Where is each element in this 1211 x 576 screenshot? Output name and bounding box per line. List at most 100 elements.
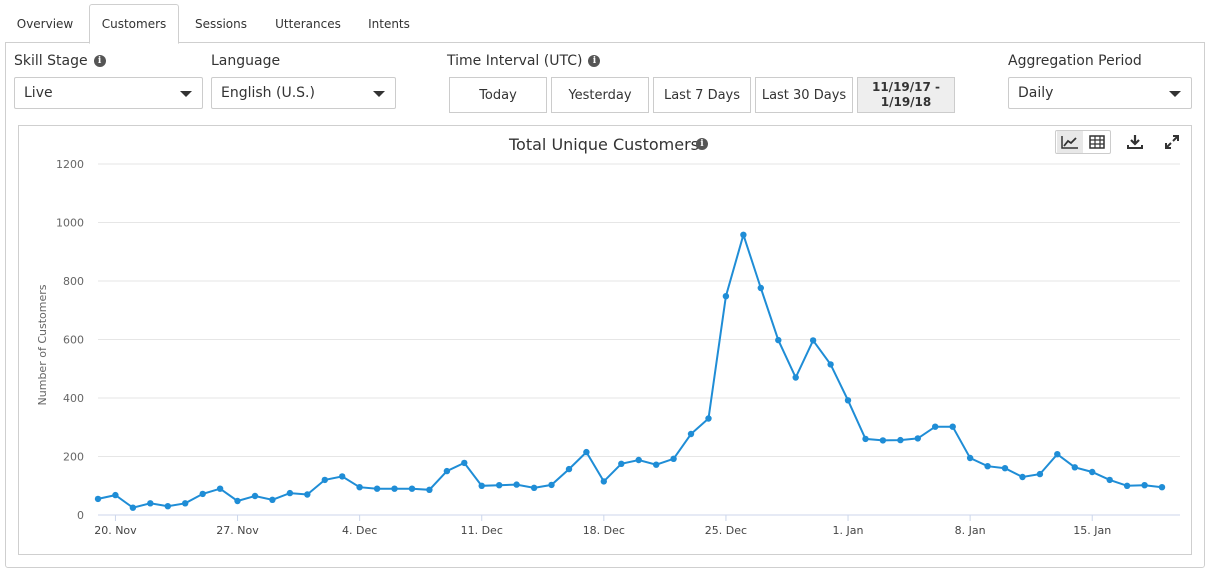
data-point[interactable] (705, 415, 712, 422)
data-point[interactable] (879, 437, 887, 444)
data-point[interactable] (670, 455, 677, 462)
info-icon[interactable]: i (696, 138, 708, 150)
data-point[interactable] (391, 485, 398, 492)
data-point[interactable] (112, 491, 119, 499)
skill-stage-value: Live (24, 85, 53, 101)
data-point[interactable] (304, 491, 311, 498)
yesterday-button[interactable]: Yesterday (551, 77, 649, 113)
today-button[interactable]: Today (449, 77, 547, 113)
skill-stage-label-text: Skill Stage (14, 53, 88, 69)
data-point[interactable] (356, 484, 363, 491)
data-point[interactable] (897, 436, 904, 444)
data-point[interactable] (1036, 470, 1044, 478)
y-tick-label: 1200 (56, 158, 84, 171)
data-point[interactable] (426, 486, 433, 493)
data-point[interactable] (914, 435, 921, 442)
data-point[interactable] (792, 374, 799, 381)
data-point[interactable] (932, 423, 939, 430)
info-icon[interactable]: i (93, 55, 106, 67)
data-point[interactable] (827, 361, 834, 368)
data-point[interactable] (478, 482, 485, 489)
data-point[interactable] (443, 467, 451, 475)
language-label: Language (211, 53, 281, 69)
data-point[interactable] (513, 481, 520, 488)
data-point[interactable] (740, 231, 747, 238)
tab-utterances[interactable]: Utterances (265, 4, 351, 43)
data-point[interactable] (1019, 473, 1026, 481)
data-point[interactable] (1001, 465, 1009, 472)
custom-range-end: 1/19/18 (880, 95, 932, 109)
x-tick-label: 1. Jan (833, 524, 864, 537)
data-point[interactable] (1089, 468, 1096, 476)
data-point[interactable] (1071, 464, 1079, 471)
data-point[interactable] (269, 496, 276, 503)
data-point[interactable] (548, 481, 555, 489)
data-point[interactable] (94, 495, 102, 503)
data-point[interactable] (339, 473, 346, 480)
data-point[interactable] (862, 435, 869, 443)
customers-line-chart: 0 200 400 600 800 1000 1200 20. Nov 27. Nov 4. D… (36, 135, 1180, 537)
last-30-days-button[interactable]: Last 30 Days (755, 77, 853, 113)
data-point[interactable] (722, 293, 730, 300)
data-point[interactable] (286, 489, 294, 497)
data-point[interactable] (373, 485, 381, 492)
data-point[interactable] (844, 397, 852, 404)
custom-range-button[interactable]: 11/19/17 - 1/19/18 (857, 77, 955, 113)
data-point[interactable] (775, 336, 782, 344)
data-point[interactable] (199, 490, 206, 498)
data-point[interactable] (565, 465, 573, 473)
language-select[interactable]: English (U.S.) (211, 77, 396, 109)
x-tick-label: 25. Dec (705, 524, 747, 537)
data-point[interactable] (653, 461, 660, 468)
x-tick-label: 11. Dec (461, 524, 503, 537)
data-point[interactable] (809, 337, 817, 344)
aggregation-value: Daily (1018, 85, 1054, 101)
chevron-down-icon (373, 91, 385, 97)
info-icon[interactable]: i (588, 55, 601, 67)
data-point[interactable] (583, 448, 590, 456)
data-point[interactable] (251, 492, 259, 500)
tab-overview[interactable]: Overview (6, 4, 84, 43)
data-point[interactable] (1054, 451, 1061, 458)
data-point[interactable] (618, 460, 625, 467)
data-point[interactable] (984, 463, 991, 470)
data-point[interactable] (530, 484, 538, 491)
data-point[interactable] (461, 459, 468, 467)
data-point[interactable] (1158, 484, 1166, 491)
data-point[interactable] (321, 476, 328, 484)
tab-bar: Overview Customers Sessions Utterances I… (0, 0, 1211, 44)
data-point[interactable] (496, 482, 503, 489)
data-point[interactable] (1141, 482, 1148, 489)
y-axis-label: Number of Customers (36, 284, 49, 405)
data-point[interactable] (635, 456, 642, 464)
data-point[interactable] (1106, 476, 1113, 484)
data-point[interactable] (687, 430, 695, 438)
tab-intents[interactable]: Intents (357, 4, 421, 43)
data-point[interactable] (966, 454, 974, 462)
data-point[interactable] (600, 478, 607, 485)
last-7-days-button[interactable]: Last 7 Days (653, 77, 751, 113)
data-point[interactable] (216, 485, 224, 492)
data-point[interactable] (147, 500, 154, 507)
data-point[interactable] (949, 423, 956, 430)
aggregation-label: Aggregation Period (1008, 53, 1142, 69)
data-point[interactable] (757, 284, 764, 292)
data-point[interactable] (129, 504, 137, 511)
y-tick-label: 0 (77, 509, 84, 522)
aggregation-select[interactable]: Daily (1008, 77, 1192, 109)
chevron-down-icon (180, 91, 192, 97)
data-point[interactable] (182, 500, 189, 507)
data-point[interactable] (408, 485, 416, 492)
time-interval-label-text: Time Interval (UTC) (447, 53, 583, 69)
skill-stage-label: Skill Stage i (14, 53, 106, 69)
data-point[interactable] (1123, 482, 1131, 489)
tab-customers[interactable]: Customers (89, 4, 179, 44)
y-tick-label: 1000 (56, 217, 84, 230)
data-point[interactable] (234, 497, 241, 505)
skill-stage-select[interactable]: Live (14, 77, 203, 109)
x-tick-label: 15. Jan (1073, 524, 1111, 537)
tab-sessions[interactable]: Sessions (184, 4, 258, 43)
time-interval-label: Time Interval (UTC) i (447, 53, 601, 69)
data-point[interactable] (164, 503, 171, 510)
custom-range-start: 11/19/17 - (871, 80, 941, 94)
